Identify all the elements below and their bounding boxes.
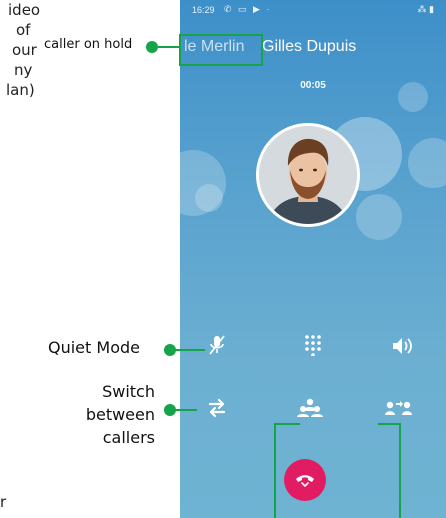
merge-calls-button[interactable]	[290, 396, 330, 428]
microphone-off-icon	[209, 335, 225, 355]
end-call-button[interactable]	[284, 459, 326, 501]
switch-callers-callout-line: callers	[102, 428, 155, 447]
conference-icon	[297, 398, 323, 417]
partial-text-line: r	[0, 493, 7, 511]
switch-callers-button[interactable]	[197, 396, 237, 428]
caller-avatar	[256, 123, 360, 227]
signal-battery-icon: ⁂ ▮	[417, 4, 434, 14]
call-timer: 00:05	[300, 80, 326, 91]
hang-up-icon	[296, 475, 314, 488]
switch-callout-dot	[164, 404, 176, 416]
callers-row: le Merlin Gilles Dupuis	[180, 38, 446, 62]
background-bubble	[408, 138, 446, 188]
switch-callers-callout-line: between	[85, 405, 155, 424]
partial-text-line: ideo	[8, 1, 41, 19]
dialpad-button[interactable]	[293, 334, 333, 366]
switch-callers-callout-line: Switch	[102, 382, 155, 401]
notification-icons: ✆ ▭ ▶ ·	[224, 4, 272, 14]
partial-text-line: of	[16, 21, 31, 39]
transfer-call-button[interactable]	[379, 396, 419, 428]
switch-callers-callout: Switch between callers	[86, 380, 155, 449]
held-caller-name[interactable]: le Merlin	[184, 38, 244, 56]
active-caller-name: Gilles Dupuis	[262, 38, 357, 55]
speaker-icon	[393, 338, 412, 354]
mute-button[interactable]	[197, 334, 237, 366]
caller-on-hold-callout: caller on hold	[44, 37, 133, 52]
call-screen: 16:29 ✆ ▭ ▶ · ⁂ ▮ le Merlin Gilles Dupui…	[180, 0, 446, 518]
hold-callout-dot	[146, 41, 158, 53]
partial-text-line: ny	[14, 61, 33, 79]
background-bubble	[356, 194, 402, 240]
status-bar: 16:29 ✆ ▭ ▶ · ⁂ ▮	[180, 0, 446, 22]
quiet-mode-callout-dot	[164, 344, 176, 356]
partial-text-line: our	[12, 41, 37, 59]
quiet-mode-callout: Quiet Mode	[48, 338, 140, 357]
avatar-photo	[259, 126, 357, 224]
swap-arrows-icon	[208, 398, 226, 418]
speaker-button[interactable]	[382, 334, 422, 366]
status-time: 16:29	[192, 5, 215, 15]
partial-text-line: lan)	[6, 81, 35, 99]
transfer-call-icon	[385, 401, 412, 415]
dialpad-icon	[305, 335, 321, 357]
background-bubble	[195, 184, 223, 212]
partially-visible-text: ideo of our ny lan)	[0, 0, 44, 100]
